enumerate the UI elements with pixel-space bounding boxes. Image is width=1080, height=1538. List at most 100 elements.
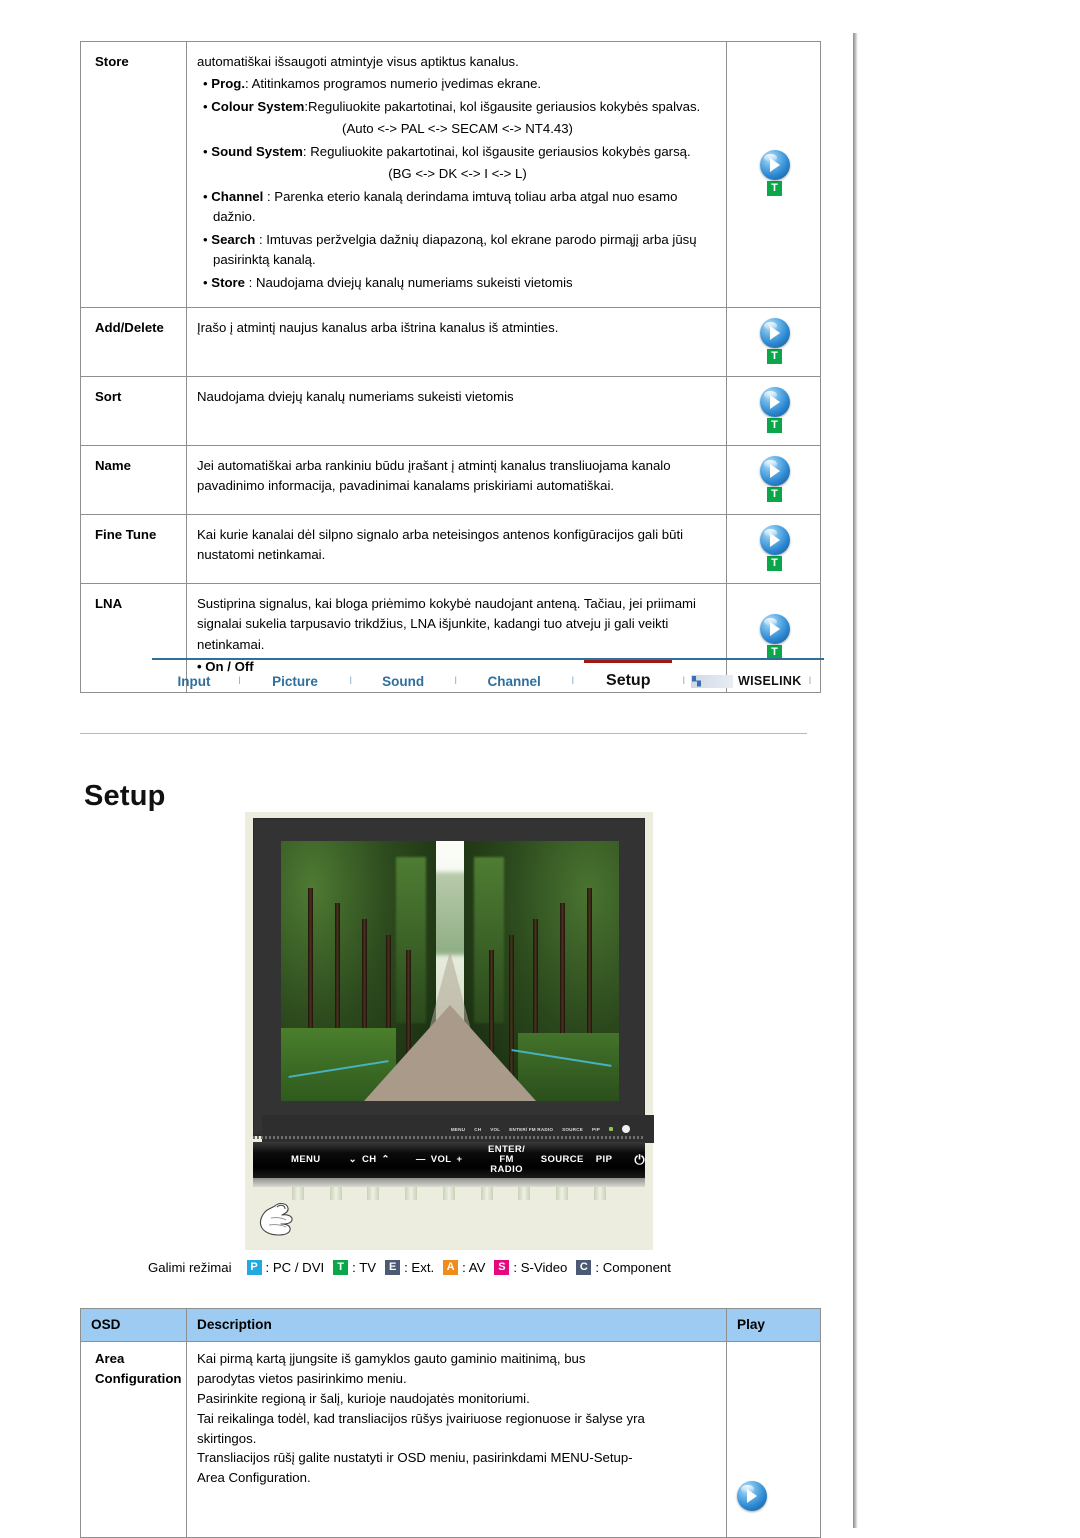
table-row: Fine Tune Kai kurie kanalai dėl silpno si… <box>80 513 821 584</box>
page-title: Setup <box>84 780 166 812</box>
osd-name-cell: Area Configuration <box>80 1341 187 1538</box>
feature-description-cell: Jei automatiškai arba rankiniu būdu įraš… <box>186 444 727 515</box>
mini-label-pip: PIP <box>591 1126 600 1132</box>
button-enter-fm-radio[interactable]: ENTER/ FM RADIO <box>484 1145 528 1175</box>
osd-description-table: OSD Description Play Area Configuration Ka… <box>80 1307 821 1538</box>
pointing-hand-icon <box>259 1203 293 1236</box>
s-video-badge-icon: S <box>494 1260 510 1275</box>
mini-label-source: SOURCE <box>562 1126 583 1132</box>
monitor-screen-photo <box>281 841 619 1101</box>
available-modes-legend: Galimi režimai P : PC / DVI T : TV E : E… <box>148 1260 671 1275</box>
monitor-bar-highlight <box>253 1178 645 1187</box>
description-line: Jei automatiškai arba rankiniu būdu įraš… <box>197 457 671 494</box>
feature-name-cell: Store <box>80 41 187 308</box>
play-icon[interactable] <box>759 386 790 417</box>
ext-badge-icon: E <box>385 1260 401 1275</box>
icon-stack: T <box>759 524 790 571</box>
button-menu[interactable]: MENU <box>291 1155 321 1165</box>
tab-picture[interactable]: Picture <box>266 674 324 689</box>
tab-channel[interactable]: Channel <box>482 674 547 689</box>
tv-badge-icon: T <box>333 1260 349 1275</box>
tv-badge-icon: T <box>767 181 782 197</box>
legend-text-s-video: : S-Video <box>513 1260 568 1275</box>
legend-text-pc-dvi: : PC / DVI <box>265 1260 325 1275</box>
description-line: Tai reikalinga todėl, kad transliacijos … <box>197 1410 645 1426</box>
pc-badge-icon: P <box>246 1260 262 1275</box>
play-icon[interactable] <box>759 150 790 181</box>
feature-description-cell: automatiškai išsaugoti atmintyje visus a… <box>186 41 727 308</box>
play-cell: T <box>726 444 821 515</box>
description-column-header: Description <box>186 1307 727 1343</box>
button-source[interactable]: SOURCE <box>541 1155 584 1165</box>
mini-label-ch: CH <box>474 1126 482 1132</box>
osd-table-header-row: OSD Description Play <box>80 1307 821 1343</box>
tv-badge-icon: T <box>767 486 782 502</box>
vol-up-icon[interactable]: + <box>457 1155 463 1165</box>
ch-down-icon[interactable]: ⌄ <box>349 1155 357 1165</box>
play-icon[interactable] <box>759 317 790 348</box>
play-cell <box>726 1341 821 1538</box>
description-line: • Sound System: Reguliuokite pakartotina… <box>203 143 691 159</box>
nav-separator: I <box>454 675 458 687</box>
section-navigation-bar: Input I Picture I Sound I Channel I Setu… <box>152 658 824 702</box>
icon-stack: T <box>759 317 790 364</box>
av-badge-icon: A <box>443 1260 459 1275</box>
description-line: Kai pirmą kartą įjungsite iš gamyklos ga… <box>197 1351 586 1367</box>
play-cell: T <box>726 306 821 377</box>
description-line: Transliacijos rūšį galite nustatyti ir O… <box>197 1450 633 1466</box>
nav-separator: I <box>349 675 353 687</box>
tv-badge-icon: T <box>767 555 782 571</box>
ch-up-icon[interactable]: ⌃ <box>381 1155 389 1165</box>
osd-column-header: OSD <box>80 1307 187 1343</box>
play-icon[interactable] <box>759 455 790 486</box>
legend-item-av: A : AV <box>443 1260 485 1275</box>
description-line: • Store : Naudojama dviejų kanalų numeri… <box>203 274 573 290</box>
description-line: skirtingos. <box>197 1430 257 1446</box>
icon-stack: T <box>759 150 790 197</box>
legend-item-pc-dvi: P : PC / DVI <box>246 1260 325 1275</box>
active-tab-underline <box>584 660 673 663</box>
description-line: • Colour System:Reguliuokite pakartotina… <box>203 98 701 114</box>
power-led-indicator <box>609 1127 613 1131</box>
play-icon[interactable] <box>737 1481 767 1512</box>
play-cell: T <box>726 513 821 584</box>
description-line: Pasirinkite regioną ir šalį, kurioje nau… <box>197 1390 530 1406</box>
tab-sound[interactable]: Sound <box>376 674 430 689</box>
monitor-base-pegs <box>253 1187 645 1203</box>
icon-stack: T <box>759 613 790 660</box>
osd-description-cell: Kai pirmą kartą įjungsite iš gamyklos ga… <box>186 1341 727 1538</box>
button-pip[interactable]: PIP <box>596 1155 613 1165</box>
horizontal-divider <box>80 733 807 734</box>
feature-name-cell: Fine Tune <box>80 513 187 584</box>
monitor-illustration: MENU CH VOL ENTER/ FM RADIO SOURCE PIP M… <box>245 812 654 1250</box>
tv-badge-icon: T <box>767 417 782 433</box>
play-icon[interactable] <box>759 524 790 555</box>
nav-separator: I <box>682 675 686 687</box>
mini-label-vol: VOL <box>490 1126 501 1132</box>
description-line: Area Configuration. <box>197 1470 311 1486</box>
mini-label-menu: MENU <box>450 1126 466 1132</box>
play-icon[interactable] <box>759 613 790 644</box>
tab-setup[interactable]: Setup <box>600 672 656 690</box>
power-button[interactable]: ⏻ <box>634 1153 645 1167</box>
description-line: Kai kurie kanalai dėl silpno signalo arb… <box>197 526 684 563</box>
legend-item-s-video: S : S-Video <box>494 1260 567 1275</box>
table-row: Name Jei automatiškai arba rankiniu būdu … <box>80 444 821 515</box>
table-row: Store automatiškai išsaugoti atmintyje vi… <box>80 41 821 308</box>
button-vol[interactable]: VOL <box>431 1155 452 1165</box>
component-badge-icon: C <box>576 1260 592 1275</box>
description-line: (Auto <-> PAL <-> SECAM <-> NT4.43) <box>342 121 573 137</box>
tab-wiselink[interactable]: WISELINK <box>738 674 802 688</box>
description-line: Naudojama dviejų kanalų numeriams sukeis… <box>197 388 514 404</box>
nav-separator: I <box>808 675 812 687</box>
button-ch[interactable]: CH <box>362 1155 377 1165</box>
osd-name-line1: Area <box>95 1351 125 1367</box>
tab-input[interactable]: Input <box>172 674 217 689</box>
feature-description-cell: Įrašo į atmintį naujus kanalus arba ištr… <box>186 306 727 377</box>
nav-separator: I <box>571 675 575 687</box>
legend-text-av: : AV <box>462 1260 486 1275</box>
monitor-perforation <box>253 1136 645 1139</box>
icon-stack: T <box>759 455 790 502</box>
nav-separator: I <box>238 675 242 687</box>
vol-down-icon[interactable]: — <box>416 1155 426 1165</box>
